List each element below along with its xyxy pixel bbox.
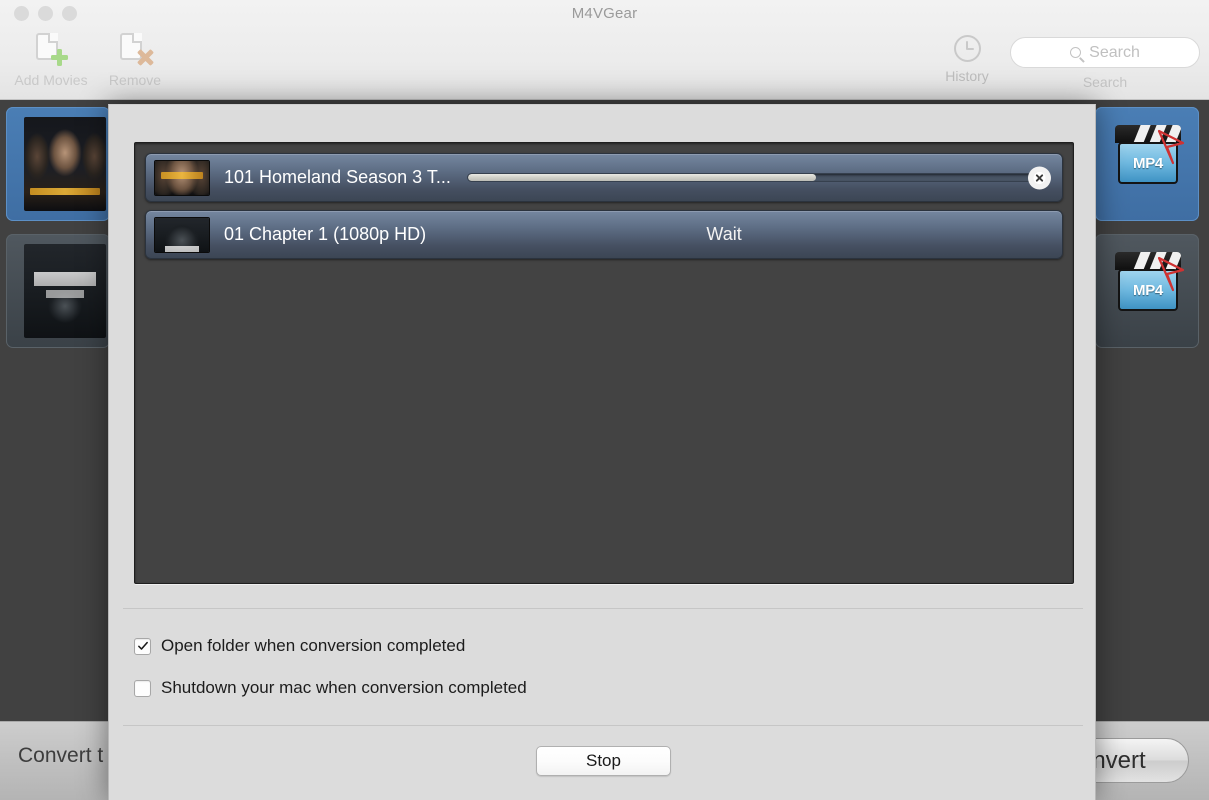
row-thumbnail	[154, 216, 210, 253]
remove-label: Remove	[108, 72, 162, 88]
conversion-arrow-icon	[1153, 123, 1187, 167]
add-movies-icon	[34, 32, 68, 66]
movie-list-column	[6, 107, 114, 361]
search-placeholder: Search	[1089, 43, 1140, 61]
row-status: Wait	[706, 224, 742, 244]
search-area: Search Search	[1010, 37, 1200, 90]
search-label: Search	[1082, 74, 1128, 90]
window-title: M4VGear	[571, 5, 638, 22]
progress-fill	[467, 174, 817, 181]
clock-icon	[953, 35, 981, 62]
option-shutdown-mac[interactable]: Shutdown your mac when conversion comple…	[134, 678, 527, 698]
poster-thumbnail	[24, 244, 106, 338]
cancel-conversion-button[interactable]	[1028, 166, 1051, 189]
stop-button[interactable]: Stop	[536, 746, 671, 776]
add-movies-button[interactable]: Add Movies	[8, 32, 94, 88]
search-icon	[1070, 47, 1082, 58]
remove-button[interactable]: Remove	[92, 32, 178, 88]
history-button[interactable]: History	[924, 32, 1010, 84]
row-thumbnail	[154, 159, 210, 196]
conversion-dialog: 101 Homeland Season 3 T... 01 Chapter 1 …	[108, 104, 1096, 800]
checkbox-shutdown-mac[interactable]	[134, 679, 151, 697]
movie-card-house-of-cards[interactable]	[6, 234, 110, 348]
row-title: 01 Chapter 1 (1080p HD)	[224, 224, 427, 244]
remove-icon	[118, 32, 152, 66]
option-open-folder[interactable]: Open folder when conversion completed	[134, 636, 465, 656]
movie-card-homeland[interactable]	[6, 107, 110, 221]
option-shutdown-mac-label: Shutdown your mac when conversion comple…	[161, 678, 527, 697]
poster-thumbnail	[24, 117, 106, 211]
output-format-column: MP4 MP4	[1095, 107, 1205, 361]
title-bar: M4VGear Add Movies Remove History Search…	[0, 0, 1209, 100]
progress-bar	[466, 173, 1040, 182]
conversion-arrow-icon	[1153, 250, 1187, 294]
app-window: M4VGear Add Movies Remove History Search…	[0, 0, 1209, 800]
table-row[interactable]: 101 Homeland Season 3 T...	[145, 153, 1063, 202]
row-title: 101 Homeland Season 3 T...	[224, 167, 451, 187]
history-label: History	[945, 68, 989, 84]
add-movies-label: Add Movies	[14, 72, 88, 88]
mp4-icon: MP4	[1115, 125, 1185, 187]
output-format-card[interactable]: MP4	[1095, 107, 1199, 221]
checkbox-open-folder[interactable]	[134, 637, 151, 655]
table-row[interactable]: 01 Chapter 1 (1080p HD) Wait	[145, 210, 1063, 259]
convert-to-label: Convert t	[18, 744, 104, 767]
mp4-icon: MP4	[1115, 252, 1185, 314]
divider	[123, 725, 1083, 726]
search-input[interactable]: Search	[1010, 37, 1200, 68]
divider	[123, 608, 1083, 609]
close-icon	[1033, 171, 1046, 184]
output-format-card[interactable]: MP4	[1095, 234, 1199, 348]
check-icon	[137, 641, 148, 650]
conversion-list-panel: 101 Homeland Season 3 T... 01 Chapter 1 …	[134, 142, 1074, 584]
option-open-folder-label: Open folder when conversion completed	[161, 636, 466, 655]
